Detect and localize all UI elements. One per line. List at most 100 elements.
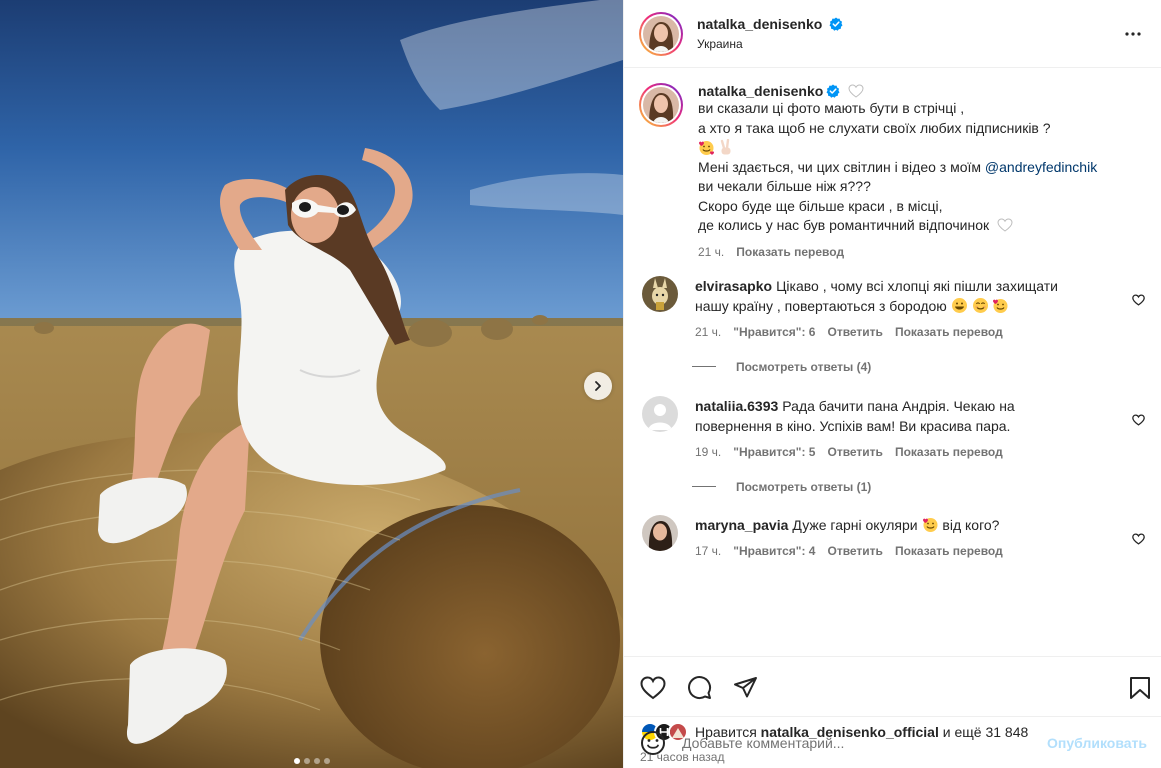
- comment-line: Дуже гарні окуляри: [792, 516, 918, 533]
- comment-line: від кого?: [942, 516, 1000, 533]
- victory-hand-emoji-icon: [720, 139, 731, 155]
- post-caption: natalka_denisenko ви сказали ці фото маю…: [639, 83, 1145, 259]
- comment-line: Цікаво , чому всі хлопці які пішли захищ…: [776, 277, 1058, 294]
- smiling-face-with-hearts-emoji-icon: [993, 298, 1008, 313]
- slide-dot: [303, 758, 310, 764]
- commenter-username[interactable]: maryna_pavia: [695, 517, 788, 533]
- translate-button[interactable]: Показать перевод: [895, 445, 1003, 459]
- reply-button[interactable]: Ответить: [827, 445, 882, 459]
- comment-time[interactable]: 19 ч.: [695, 445, 721, 459]
- verified-icon: [829, 17, 843, 31]
- post-location[interactable]: Украина: [697, 37, 1121, 51]
- post-details-panel: natalka_denisenko Украина natalka_denise…: [623, 0, 1161, 768]
- comment-likes-count[interactable]: "Нравится": 6: [733, 325, 815, 339]
- view-replies-label: Посмотреть ответы (1): [736, 479, 872, 494]
- publish-comment-button[interactable]: Опубликовать: [1047, 735, 1147, 751]
- commenter-avatar[interactable]: [642, 275, 678, 312]
- author-avatar[interactable]: [639, 11, 683, 56]
- add-comment-bar: Опубликовать: [624, 716, 1161, 768]
- caption-emoji-row: [698, 138, 1145, 158]
- avatar-image: [642, 514, 678, 551]
- share-button[interactable]: [732, 675, 758, 701]
- comment-text: nataliia.6393 Рада бачити пана Андрія. Че…: [695, 396, 1117, 436]
- verified-icon: [826, 84, 840, 98]
- commenter-avatar[interactable]: [642, 395, 678, 432]
- comment-likes-count[interactable]: "Нравится": 4: [733, 544, 815, 558]
- comment-time[interactable]: 21 ч.: [695, 325, 721, 339]
- instagram-post: natalka_denisenko Украина natalka_denise…: [0, 0, 1161, 768]
- post-media[interactable]: [0, 0, 623, 768]
- replies-divider: [692, 366, 716, 367]
- comments-section[interactable]: natalka_denisenko ви сказали ці фото маю…: [624, 68, 1161, 656]
- caption-time[interactable]: 21 ч.: [698, 245, 724, 259]
- comment-line: нашу країну , повертаються з бородою: [695, 297, 947, 314]
- slide-indicator: [0, 758, 623, 764]
- comment-item: elvirasapko Цікаво , чому всі хлопці які …: [639, 275, 1145, 339]
- post-header: natalka_denisenko Украина: [624, 0, 1161, 68]
- caption-text: ви сказали ці фото мають бути в стрічці …: [698, 99, 1145, 236]
- reply-button[interactable]: Ответить: [827, 325, 882, 339]
- bookmark-icon: [1130, 676, 1150, 699]
- comment-like-heart-icon[interactable]: [1132, 293, 1145, 306]
- avatar-image: [642, 275, 678, 312]
- share-icon: [733, 676, 757, 697]
- comment-text: maryna_pavia Дуже гарні окуляри від кого?: [695, 515, 1117, 535]
- comment-like-heart-icon[interactable]: [1132, 413, 1145, 426]
- comment-likes-count[interactable]: "Нравится": 5: [733, 445, 815, 459]
- slide-dot: [323, 758, 330, 764]
- reply-button[interactable]: Ответить: [827, 544, 882, 558]
- comment-icon: [687, 676, 711, 700]
- heart-icon: [640, 675, 666, 699]
- default-avatar-icon: [642, 395, 678, 432]
- slide-dot: [293, 758, 300, 764]
- translate-button[interactable]: Показать перевод: [895, 325, 1003, 339]
- caption-line-text: де колись у нас був романтичний відпочин…: [698, 217, 990, 233]
- comment-meta: 17 ч. "Нравится": 4 Ответить Показать пе…: [695, 544, 1117, 558]
- caption-line: Скоро буде ще більше краси , в місці,: [698, 197, 943, 214]
- white-heart-emoji-icon: [848, 84, 864, 98]
- grinning-face-emoji-icon: [951, 297, 967, 313]
- comment-meta: 21 ч. "Нравится": 6 Ответить Показать пе…: [695, 325, 1117, 339]
- caption-username[interactable]: natalka_denisenko: [698, 83, 823, 99]
- save-button[interactable]: [1127, 675, 1153, 701]
- caption-line-text: Мені здається, чи цих світлин і відео з …: [698, 158, 985, 175]
- more-options-button[interactable]: [1121, 22, 1145, 46]
- comment-text: elvirasapko Цікаво , чому всі хлопці які …: [695, 276, 1117, 316]
- view-replies-button[interactable]: Посмотреть ответы (4): [692, 360, 1145, 374]
- smiling-face-with-hearts-emoji-icon: [922, 517, 938, 532]
- caption-line: Мені здається, чи цих світлин і відео з …: [698, 158, 1145, 178]
- view-replies-button[interactable]: Посмотреть ответы (1): [692, 480, 1145, 494]
- comment-button[interactable]: [686, 675, 712, 701]
- caption-meta: 21 ч. Показать перевод: [698, 245, 1145, 259]
- view-replies-label: Посмотреть ответы (4): [736, 359, 872, 374]
- comment-item: nataliia.6393 Рада бачити пана Андрія. Че…: [639, 395, 1145, 459]
- commenter-avatar[interactable]: [642, 514, 678, 551]
- comment-like-heart-icon[interactable]: [1132, 532, 1145, 545]
- replies-divider: [692, 486, 716, 487]
- comment-line: Рада бачити пана Андрія. Чекаю на: [782, 397, 1015, 414]
- comment-line: повернення в кіно. Успіхів вам! Ви краси…: [695, 417, 1011, 434]
- comment-item: maryna_pavia Дуже гарні окуляри від кого?…: [639, 514, 1145, 558]
- comment-meta: 19 ч. "Нравится": 5 Ответить Показать пе…: [695, 445, 1117, 459]
- slide-dot: [313, 758, 320, 764]
- more-icon: [1125, 31, 1141, 36]
- post-photo: [0, 0, 623, 768]
- comment-time[interactable]: 17 ч.: [695, 544, 721, 558]
- commenter-username[interactable]: elvirasapko: [695, 278, 772, 294]
- commenter-username[interactable]: nataliia.6393: [695, 398, 778, 414]
- translate-button[interactable]: Показать перевод: [736, 245, 844, 259]
- like-button[interactable]: [640, 675, 666, 701]
- author-username[interactable]: natalka_denisenko: [697, 16, 822, 32]
- caption-line: а хто я така щоб не слухати своїх любих …: [698, 119, 1051, 136]
- caption-author-avatar[interactable]: [639, 83, 683, 127]
- next-slide-button[interactable]: [584, 372, 612, 400]
- smile-icon[interactable]: [640, 730, 666, 756]
- chevron-right-icon: [595, 381, 601, 391]
- caption-line: де колись у нас був романтичний відпочин…: [698, 216, 1145, 236]
- comment-input[interactable]: [682, 734, 1048, 751]
- translate-button[interactable]: Показать перевод: [895, 544, 1003, 558]
- smiling-face-with-hearts-emoji-icon: [699, 141, 714, 156]
- white-heart-emoji-icon: [997, 218, 1013, 232]
- mention-link[interactable]: @andreyfedinchik: [985, 159, 1097, 175]
- caption-line: ви сказали ці фото мають бути в стрічці …: [698, 100, 965, 116]
